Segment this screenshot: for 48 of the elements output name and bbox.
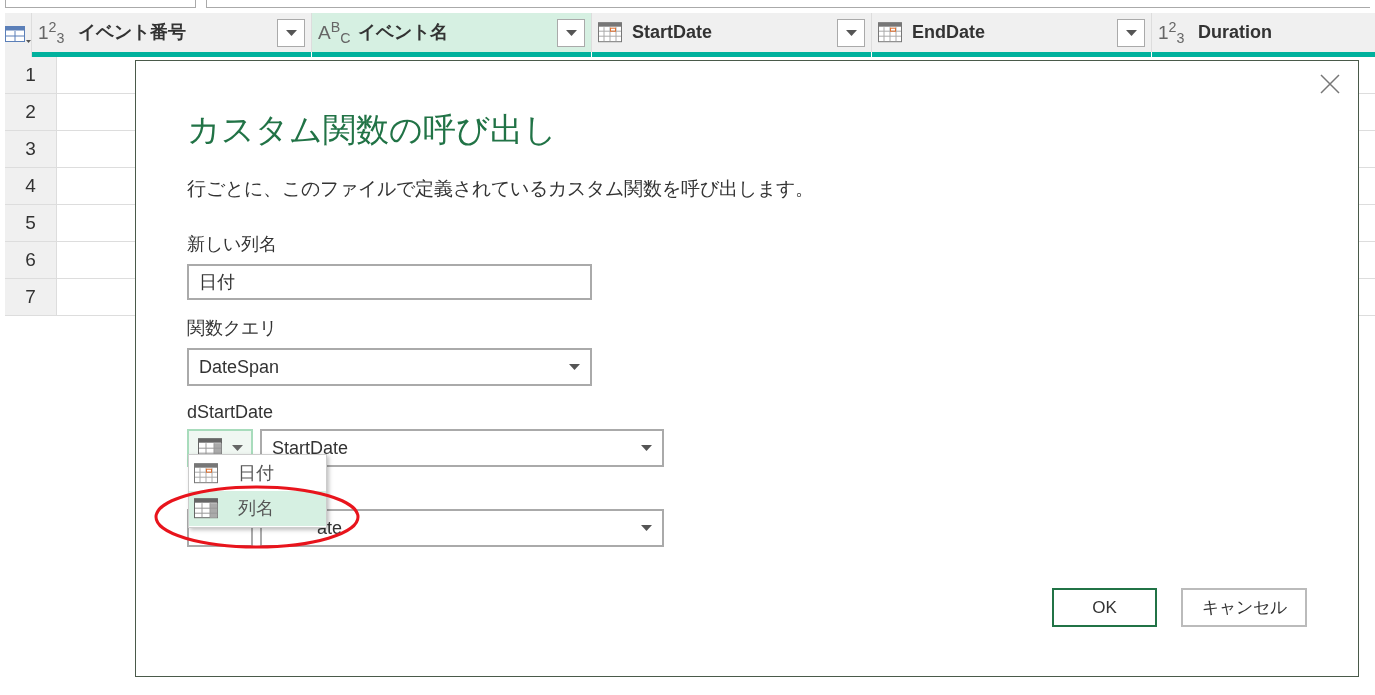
field-label: dStartDate [187, 401, 275, 424]
menu-item[interactable]: 列名 [189, 491, 326, 526]
calendar-icon [598, 22, 622, 43]
caret-icon [285, 29, 297, 36]
caret-icon [569, 364, 580, 370]
field-label: 新しい列名 [187, 233, 278, 256]
menu-item[interactable]: 日付 [189, 456, 326, 491]
caret-icon [845, 29, 857, 36]
cancel-button[interactable]: キャンセル [1181, 588, 1307, 627]
field-label: 関数クエリ [187, 317, 278, 340]
column-name: イベント名 [358, 21, 449, 44]
toolbar-field[interactable] [5, 0, 196, 8]
table-icon [194, 498, 218, 519]
dialog-title: カスタム関数の呼び出し [187, 110, 558, 150]
table-menu-button[interactable] [5, 13, 32, 57]
column-header[interactable]: EndDate [872, 13, 1152, 52]
column-header[interactable]: A$^{B}$$_{C}$ イベント名 [312, 13, 592, 52]
caret-icon [1125, 29, 1137, 36]
column-name: イベント番号 [78, 21, 187, 44]
row-number: 5 [5, 205, 57, 241]
filter-button[interactable] [837, 18, 865, 47]
column-name: EndDate [912, 21, 986, 44]
column-header[interactable]: 1$^{2}$$_{3}$ Duration [1152, 13, 1375, 52]
column-header[interactable]: 1$^{2}$$_{3}$ イベント番号 [32, 13, 312, 52]
row-number: 6 [5, 242, 57, 278]
caret-icon [565, 29, 577, 36]
row-number: 1 [5, 57, 57, 93]
row-number: 3 [5, 131, 57, 167]
calendar-icon [194, 463, 218, 484]
caret-icon [641, 525, 652, 531]
filter-button[interactable] [277, 18, 305, 47]
column-name: Duration [1198, 21, 1273, 44]
ok-button[interactable]: OK [1052, 588, 1157, 627]
table-icon [5, 26, 31, 44]
filter-button[interactable] [557, 18, 585, 47]
row-number: 2 [5, 94, 57, 130]
close-icon[interactable] [1320, 74, 1340, 94]
column-header[interactable]: StartDate [592, 13, 872, 52]
filter-button[interactable] [1117, 18, 1145, 47]
dialog-description: 行ごとに、このファイルで定義されているカスタム関数を呼び出します。 [187, 177, 815, 201]
function-dropdown[interactable]: DateSpan [187, 348, 592, 386]
row-number: 7 [5, 279, 57, 315]
calendar-icon [878, 22, 902, 43]
caret-icon [641, 445, 652, 451]
caret-icon [231, 445, 243, 451]
row-number: 4 [5, 168, 57, 204]
column-name: StartDate [632, 21, 714, 44]
column-name-field[interactable]: 日付 [187, 264, 592, 300]
